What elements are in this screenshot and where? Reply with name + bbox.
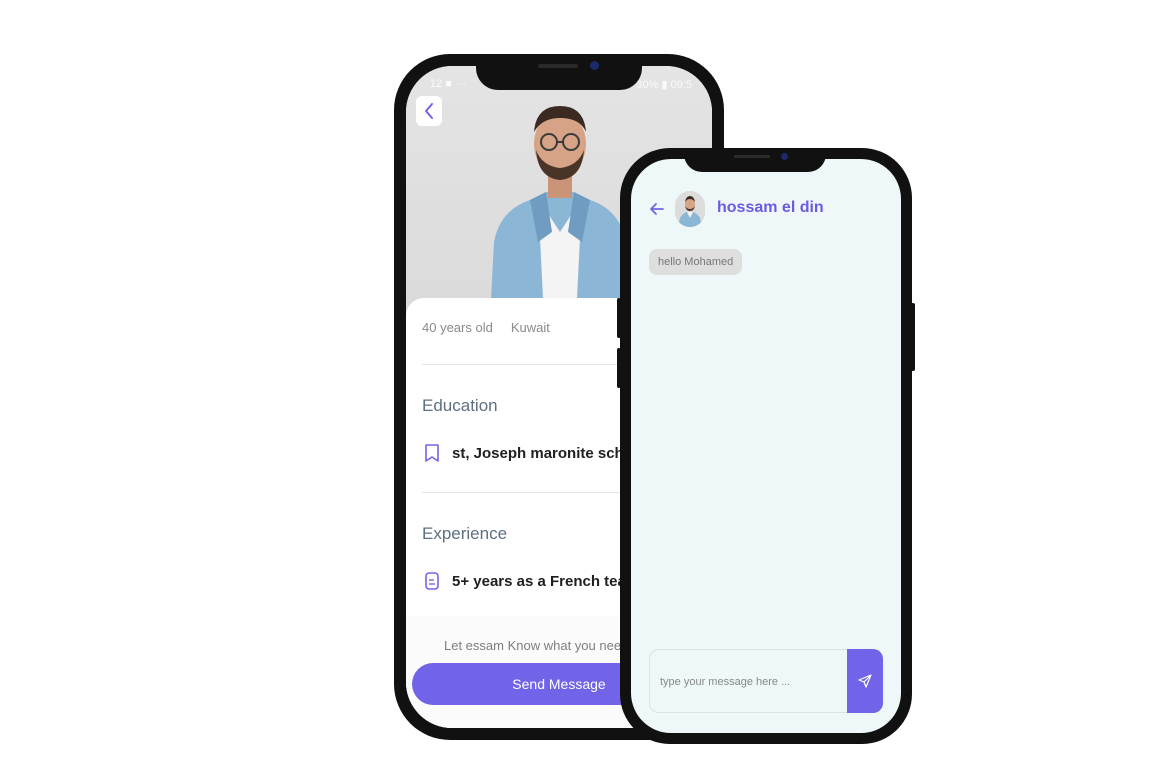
send-button[interactable] [847, 649, 883, 713]
speaker [538, 64, 578, 68]
volume-button [617, 348, 621, 388]
speaker [734, 155, 770, 158]
person-photo [490, 106, 632, 318]
chevron-left-icon [425, 103, 433, 119]
chat-screen: hossam el din hello Mohamed [631, 159, 901, 733]
camera [590, 61, 599, 70]
chat-phone: hossam el din hello Mohamed [617, 148, 915, 744]
education-item: st, Joseph maronite school [422, 442, 646, 464]
bookmark-icon [422, 442, 442, 464]
paper-plane-icon [858, 674, 872, 688]
back-button[interactable] [416, 96, 442, 126]
phone-notch [476, 54, 642, 90]
education-text: st, Joseph maronite school [452, 444, 647, 462]
country-text: Kuwait [510, 320, 550, 335]
status-bar-left: 12 ■ ··· [430, 78, 466, 90]
camera [781, 153, 788, 160]
stage: 12 ■ ··· 30% ▮ 09:5 40 years old Kuwait … [0, 0, 1175, 783]
chat-back-button[interactable] [645, 197, 669, 221]
education-title: Education [422, 396, 498, 415]
message-input[interactable] [660, 671, 840, 693]
age-text: 40 years old [422, 320, 493, 335]
document-icon [422, 570, 442, 592]
status-bar-right: 30% ▮ 09:5 [636, 79, 692, 91]
chat-header: hossam el din [631, 189, 901, 229]
profile-meta: 40 years old Kuwait [422, 320, 550, 335]
power-button [911, 303, 915, 371]
volume-button [617, 298, 621, 338]
arrow-left-icon [650, 203, 664, 215]
contact-name: hossam el din [717, 199, 824, 216]
contact-hint: Let essam Know what you need [444, 638, 629, 653]
avatar[interactable] [675, 191, 705, 227]
phone-notch [684, 148, 826, 172]
message-bubble: hello Mohamed [649, 249, 743, 275]
message-composer [649, 649, 883, 713]
experience-title: Experience [422, 524, 508, 543]
avatar-image [675, 191, 705, 227]
